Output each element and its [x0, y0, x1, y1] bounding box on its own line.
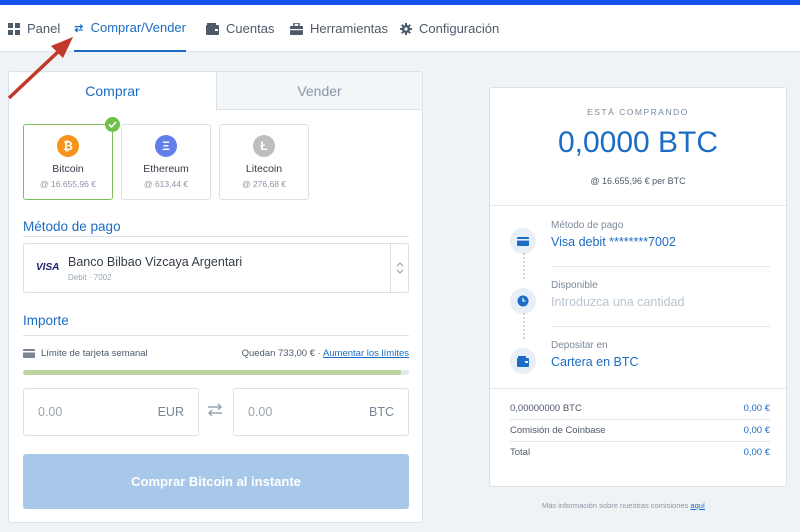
buy-sell-panel: Comprar Vender ₿ Bitcoin @ 16.655,96 € Ξ… — [8, 71, 423, 523]
summary-step-payment: Método de pago Visa debit ********7002 — [510, 220, 770, 260]
buy-bitcoin-button[interactable]: Comprar Bitcoin al instante — [23, 454, 409, 509]
divider — [510, 441, 770, 442]
nav-label: Panel — [27, 21, 61, 36]
divider — [490, 205, 786, 206]
limit-remaining: Quedan 733,00 € · Aumentar los límites — [242, 348, 409, 359]
bitcoin-icon: ₿ — [57, 135, 79, 157]
limit-progress-fill — [23, 370, 402, 375]
payment-method-select[interactable]: VISA Banco Bilbao Vizcaya Argentari Debi… — [23, 243, 409, 293]
step-value: Visa debit ********7002 — [551, 235, 676, 249]
nav-item-panel[interactable]: Panel — [8, 5, 60, 52]
swap-currency-icon[interactable] — [207, 403, 223, 422]
top-nav: Panel Comprar/Vender Cuentas Herramienta… — [0, 5, 800, 52]
fee-value: 0,00 € — [743, 447, 770, 458]
coin-option-bitcoin[interactable]: ₿ Bitcoin @ 16.655,96 € — [23, 117, 120, 200]
litecoin-icon: Ł — [253, 135, 275, 157]
fee-row-coinbase: Comisión de Coinbase 0,00 € — [510, 425, 770, 437]
coin-option-litecoin[interactable]: Ł Litecoin @ 276,68 € — [219, 124, 309, 200]
fee-label: 0,00000000 BTC — [510, 403, 582, 414]
fee-value: 0,00 € — [743, 425, 770, 436]
eur-value: 0.00 — [38, 405, 63, 419]
toolbox-icon — [290, 22, 303, 35]
coin-option-ethereum[interactable]: Ξ Ethereum @ 613,44 € — [121, 124, 211, 200]
select-chevron-icon[interactable] — [390, 244, 408, 292]
nav-label: Configuración — [419, 21, 500, 36]
coin-name: Ethereum — [143, 163, 189, 175]
purchase-summary: ESTÁ COMPRANDO 0,0000 BTC @ 16.655,96 € … — [489, 87, 787, 487]
divider — [23, 335, 409, 336]
card-detail: Debit · 7002 — [68, 273, 112, 282]
wallet-icon — [510, 348, 536, 374]
nav-item-configuracion[interactable]: Configuración — [400, 5, 499, 52]
limit-progress-bar — [23, 370, 409, 375]
card-limit-row: Límite de tarjeta semanal Quedan 733,00 … — [23, 347, 409, 361]
remaining-amount: Quedan 733,00 € — [241, 348, 315, 359]
buy-sell-tabs: Comprar Vender — [9, 72, 422, 110]
divider — [23, 236, 409, 237]
swap-icon — [74, 23, 84, 33]
divider — [490, 388, 786, 389]
divider — [551, 326, 770, 327]
fee-row-total: Total 0,00 € — [510, 447, 770, 459]
coin-name: Litecoin — [245, 163, 283, 175]
btc-amount-input[interactable]: 0.00 BTC — [233, 388, 409, 436]
bank-name: Banco Bilbao Vizcaya Argentari — [68, 255, 243, 269]
btc-value: 0.00 — [248, 405, 273, 419]
ethereum-icon: Ξ — [155, 135, 177, 157]
btc-currency: BTC — [369, 405, 394, 419]
eur-currency: EUR — [157, 405, 184, 419]
fee-label: Comisión de Coinbase — [510, 425, 606, 436]
payment-method-title: Método de pago — [23, 219, 121, 234]
btc-total: 0,0000 BTC — [557, 126, 719, 159]
step-label: Método de pago — [551, 220, 624, 231]
fee-label: Total — [510, 447, 531, 458]
step-connector — [523, 253, 525, 279]
card-icon — [23, 349, 35, 358]
fees-info-note: Más información sobre nuestras comisione… — [542, 501, 705, 510]
coin-price: @ 613,44 € — [143, 179, 189, 189]
grid-icon — [8, 22, 20, 35]
limit-label: Límite de tarjeta semanal — [41, 348, 148, 359]
coin-price: @ 276,68 € — [241, 179, 287, 189]
summary-step-available: Disponible Introduzca una cantidad — [510, 280, 770, 320]
nav-item-comprar-vender[interactable]: Comprar/Vender — [74, 5, 186, 52]
step-value: Introduzca una cantidad — [551, 295, 685, 309]
tab-comprar[interactable]: Comprar — [9, 72, 216, 110]
nav-item-cuentas[interactable]: Cuentas — [206, 5, 274, 52]
selected-check-icon — [105, 117, 120, 132]
visa-logo: VISA — [36, 262, 60, 273]
tab-vender[interactable]: Vender — [216, 72, 422, 110]
nav-label: Herramientas — [310, 21, 389, 36]
wallet-icon — [206, 22, 219, 35]
increase-limits-link[interactable]: Aumentar los límites — [323, 348, 409, 359]
nav-label: Cuentas — [226, 21, 275, 36]
fee-value: 0,00 € — [743, 403, 770, 414]
step-label: Disponible — [551, 280, 598, 291]
per-btc-price: @ 16.655,96 € per BTC — [590, 176, 686, 186]
step-connector — [523, 313, 525, 339]
credit-card-icon — [510, 228, 536, 254]
divider — [551, 266, 770, 267]
separator: · — [317, 348, 321, 359]
nav-label: Comprar/Vender — [90, 20, 186, 35]
amount-title: Importe — [23, 313, 69, 328]
nav-item-herramientas[interactable]: Herramientas — [290, 5, 388, 52]
fee-row-btc: 0,00000000 BTC 0,00 € — [510, 403, 770, 415]
gear-icon — [400, 22, 412, 35]
eur-amount-input[interactable]: 0.00 EUR — [23, 388, 199, 436]
divider — [510, 419, 770, 420]
fees-info-link[interactable]: aquí — [690, 501, 705, 510]
buying-label: ESTÁ COMPRANDO — [587, 107, 689, 117]
coin-name: Bitcoin — [52, 163, 84, 175]
clock-icon — [510, 288, 536, 314]
step-value: Cartera en BTC — [551, 355, 639, 369]
summary-step-deposit: Depositar en Cartera en BTC — [510, 340, 770, 380]
fees-info-text: Más información sobre nuestras comisione… — [542, 501, 689, 510]
coin-price: @ 16.655,96 € — [40, 179, 96, 189]
step-label: Depositar en — [551, 340, 608, 351]
